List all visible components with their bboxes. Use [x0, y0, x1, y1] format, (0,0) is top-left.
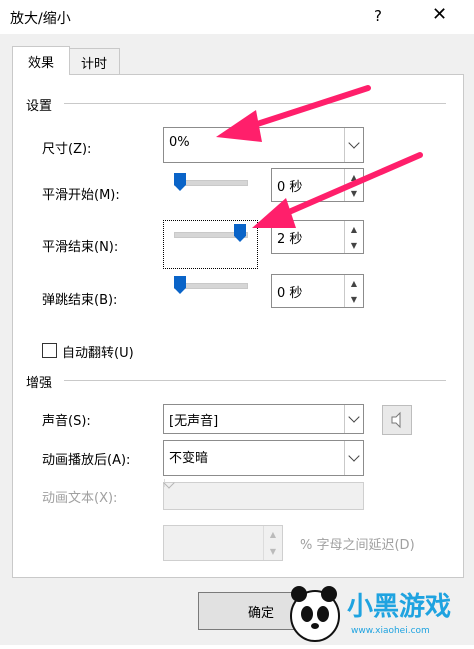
annotation-arrowhead-smooth-end — [252, 198, 296, 228]
tab-effect[interactable]: 效果 — [12, 46, 70, 75]
annotation-arrows — [216, 85, 423, 228]
annotation-arrow-size — [245, 85, 371, 130]
watermark-text: 小黑游戏 — [347, 592, 452, 622]
annotation-arrow-smooth-end — [279, 152, 423, 218]
watermark-url: www.xiaohei.com — [351, 626, 430, 636]
watermark-logo: 小黑游戏 www.xiaohei.com — [285, 578, 474, 645]
annotation-arrowhead-size — [216, 110, 262, 142]
